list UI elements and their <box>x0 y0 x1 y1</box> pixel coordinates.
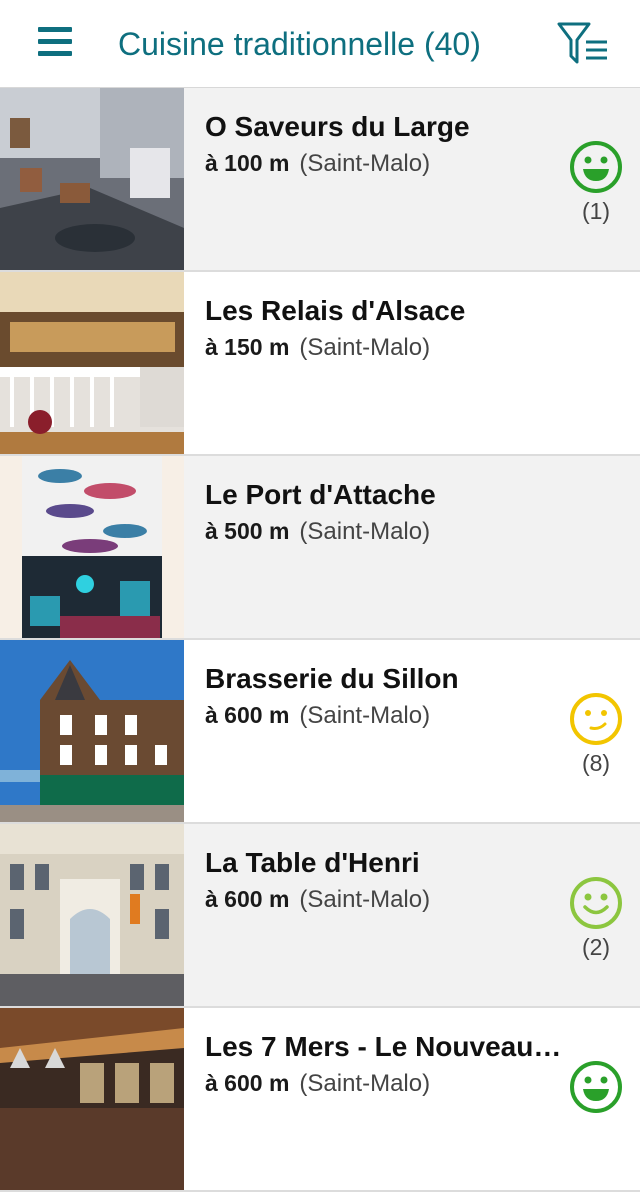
distance: à 600 m <box>205 1070 290 1096</box>
rating-count: (1) <box>581 198 611 224</box>
distance: à 500 m <box>205 518 290 544</box>
city: (Saint-Malo) <box>299 150 431 177</box>
restaurant-photo <box>0 1008 184 1190</box>
big-smile-icon <box>570 1061 622 1113</box>
list-item[interactable]: O Saveurs du Large à 100 m (Saint-Malo) (… <box>0 88 640 272</box>
rating-count: (8) <box>581 750 611 776</box>
restaurant-name: Les Relais d'Alsace <box>205 295 466 326</box>
city: (Saint-Malo) <box>299 886 431 913</box>
city: (Saint-Malo) <box>299 1070 431 1097</box>
restaurant-name: Brasserie du Sillon <box>205 663 459 694</box>
big-smile-icon <box>570 141 622 193</box>
city: (Saint-Malo) <box>299 518 431 545</box>
restaurant-location: à 500 m (Saint-Malo) <box>205 516 430 547</box>
restaurant-photo <box>0 824 184 1006</box>
restaurant-name: La Table d'Henri <box>205 847 420 878</box>
list-item[interactable]: Brasserie du Sillon à 600 m (Saint-Malo) … <box>0 640 640 824</box>
distance: à 150 m <box>205 334 290 360</box>
city: (Saint-Malo) <box>299 702 431 729</box>
page-title: Cuisine traditionnelle (40) <box>118 26 481 62</box>
city: (Saint-Malo) <box>299 334 431 361</box>
list-item[interactable]: Le Port d'Attache à 500 m (Saint-Malo) <box>0 456 640 640</box>
restaurant-location: à 600 m (Saint-Malo) <box>205 700 430 731</box>
hamburger-menu-icon[interactable] <box>38 27 72 59</box>
restaurant-name: Le Port d'Attache <box>205 479 436 510</box>
app-header: Cuisine traditionnelle (40) <box>0 0 640 88</box>
neutral-smile-icon <box>570 693 622 745</box>
restaurant-location: à 100 m (Saint-Malo) <box>205 148 430 179</box>
restaurant-location: à 600 m (Saint-Malo) <box>205 1068 430 1099</box>
distance: à 100 m <box>205 150 290 176</box>
list-item[interactable]: Les 7 Mers - Le Nouveau… à 600 m (Saint-M… <box>0 1008 640 1192</box>
smile-icon <box>570 877 622 929</box>
list-item[interactable]: Les Relais d'Alsace à 150 m (Saint-Malo) <box>0 272 640 456</box>
restaurant-photo <box>0 88 184 270</box>
restaurant-list: O Saveurs du Large à 100 m (Saint-Malo) (… <box>0 88 640 1192</box>
restaurant-location: à 600 m (Saint-Malo) <box>205 884 430 915</box>
restaurant-photo <box>0 456 184 638</box>
rating: (8) <box>566 692 626 778</box>
rating <box>566 1060 626 1114</box>
restaurant-name: Les 7 Mers - Le Nouveau… <box>205 1031 562 1062</box>
distance: à 600 m <box>205 886 290 912</box>
filter-list-icon[interactable] <box>556 20 610 68</box>
restaurant-name: O Saveurs du Large <box>205 111 470 142</box>
list-item[interactable]: La Table d'Henri à 600 m (Saint-Malo) (2) <box>0 824 640 1008</box>
rating-count: (2) <box>581 934 611 960</box>
restaurant-photo <box>0 640 184 822</box>
restaurant-photo <box>0 272 184 454</box>
restaurant-location: à 150 m (Saint-Malo) <box>205 332 430 363</box>
distance: à 600 m <box>205 702 290 728</box>
rating: (2) <box>566 876 626 962</box>
rating: (1) <box>566 140 626 226</box>
